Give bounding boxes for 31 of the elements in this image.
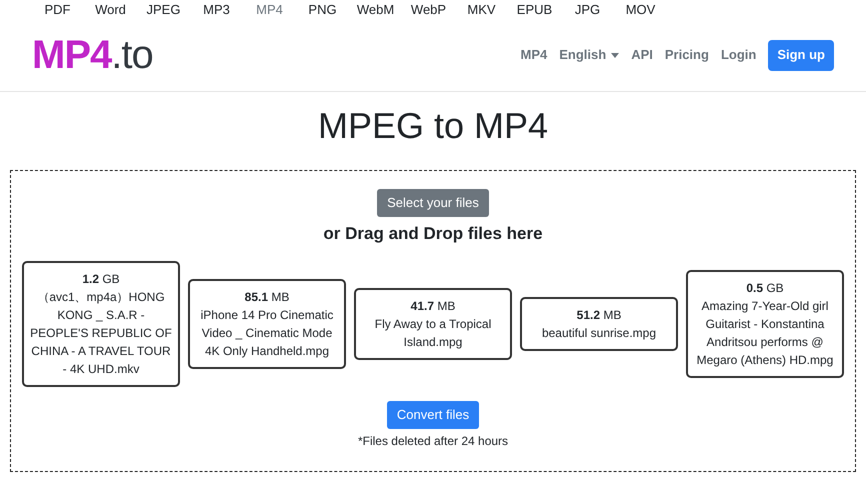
- select-files-button[interactable]: Select your files: [377, 189, 489, 217]
- format-link[interactable]: MKV: [455, 0, 508, 20]
- logo[interactable]: MP4.to: [32, 35, 153, 75]
- nav-link[interactable]: API: [631, 45, 653, 65]
- format-link[interactable]: JPEG: [137, 0, 190, 20]
- format-link[interactable]: MOV: [614, 0, 667, 20]
- nav-link[interactable]: Pricing: [664, 45, 709, 65]
- format-link[interactable]: WebM: [349, 0, 402, 20]
- file-card: 0.5 GB Amazing 7-Year-Old girl Guitarist - Konstantina Andritsou performs @ Megaro (Athens) HD.mpg: [686, 270, 844, 378]
- convert-button[interactable]: Convert files: [386, 400, 480, 428]
- format-link[interactable]: WebP: [402, 0, 455, 20]
- file-card: 1.2 GB （avc1、mp4a）HONG KONG _ S.A.R - PEOPLE'S REPUBLIC OF CHINA - A TRAVEL TOUR - 4K UHD.mkv: [22, 260, 180, 386]
- caret-icon: [611, 52, 620, 58]
- format-link[interactable]: MP3: [190, 0, 243, 20]
- format-link[interactable]: JPG: [561, 0, 614, 20]
- nav-link[interactable]: Login: [720, 45, 756, 65]
- file-card: 41.7 MB Fly Away to a Tropical Island.mpg: [354, 288, 512, 360]
- format-link[interactable]: PNG: [296, 0, 349, 20]
- signup-button[interactable]: Sign up: [768, 40, 834, 70]
- deletion-note: *Files deleted after 24 hours: [358, 432, 508, 450]
- file-card: 51.2 MB beautiful sunrise.mpg: [520, 296, 678, 350]
- language-dropdown[interactable]: English: [559, 45, 620, 65]
- drop-zone[interactable]: [10, 170, 856, 472]
- file-card: 85.1 MB iPhone 14 Pro Cinematic Video _ Cinematic Mode 4K Only Handheld.mpg: [188, 278, 346, 368]
- page-title: MPEG to MP4: [316, 108, 550, 148]
- format-link[interactable]: PDF: [31, 0, 84, 20]
- format-link[interactable]: MP4: [243, 0, 296, 20]
- drop-hint: or Drag and Drop files here: [323, 223, 543, 245]
- format-link[interactable]: Word: [84, 0, 137, 20]
- format-link[interactable]: EPUB: [508, 0, 561, 20]
- nav-link[interactable]: MP4: [520, 45, 548, 65]
